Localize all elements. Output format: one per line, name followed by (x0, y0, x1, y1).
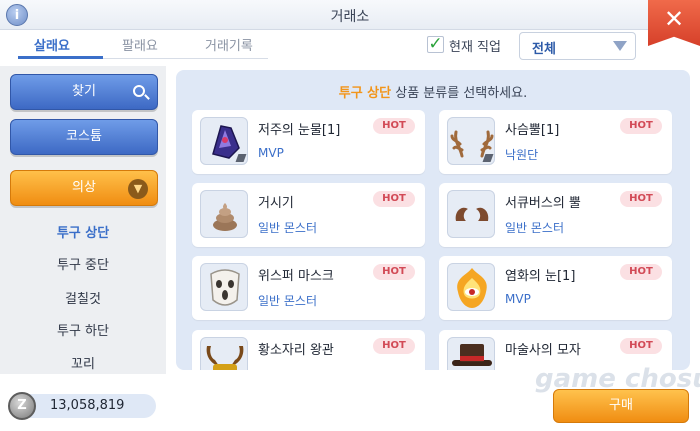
hot-badge: HOT (373, 264, 415, 280)
hot-badge: HOT (620, 118, 662, 134)
zeny-coin-icon: Z (8, 392, 36, 420)
sidebar-item-tail[interactable]: 꼬리 (0, 353, 166, 372)
search-icon (133, 85, 145, 97)
item-name: 염화의 눈[1] (505, 269, 576, 284)
clothing-button[interactable]: 의상 ▼ (10, 170, 158, 206)
hot-badge: HOT (373, 338, 415, 354)
chevron-down-icon: ▼ (128, 179, 148, 199)
item-name: 서큐버스의 뿔 (505, 196, 581, 211)
item-type: MVP (258, 146, 284, 160)
search-button[interactable]: 찾기 (10, 74, 158, 110)
item-type: MVP (505, 292, 531, 306)
item-type: 일반 몬스터 (505, 221, 565, 235)
item-name: 거시기 (258, 196, 294, 211)
job-dropdown[interactable]: 전체 (519, 32, 636, 60)
item-name: 마술사의 모자 (505, 343, 581, 358)
category-prompt: 투구 상단 상품 분류를 선택하세요. (176, 82, 690, 101)
whisper-mask-icon (200, 263, 248, 311)
item-card[interactable]: 저주의 눈물[1] MVP HOT (192, 110, 425, 174)
current-job-checkbox[interactable]: ✓ (427, 36, 444, 53)
item-type: 일반 몬스터 (258, 221, 318, 235)
item-card[interactable]: 황소자리 왕관 HOT (192, 330, 425, 370)
hot-badge: HOT (620, 191, 662, 207)
prompt-category: 투구 상단 (338, 86, 392, 101)
tab-buy[interactable]: 살래요 (34, 35, 70, 54)
dropdown-value: 전체 (532, 42, 556, 57)
tab-sell[interactable]: 팔래요 (122, 35, 158, 54)
buy-button[interactable]: 구매 (553, 389, 689, 423)
hot-badge: HOT (620, 264, 662, 280)
costume-button[interactable]: 코스튬 (10, 119, 158, 155)
item-card[interactable]: 서큐버스의 뿔 일반 몬스터 HOT (439, 183, 672, 247)
item-grid-panel: 투구 상단 상품 분류를 선택하세요. 저주의 눈물[1] MVP HOT 사슴… (176, 70, 690, 370)
close-x-icon: ✕ (663, 5, 685, 33)
taurus-crown-icon (200, 337, 248, 370)
chevron-down-icon (613, 41, 627, 51)
close-button[interactable]: ✕ (648, 0, 700, 46)
sidebar-item-middle-headgear[interactable]: 투구 중단 (0, 254, 166, 273)
hot-badge: HOT (373, 118, 415, 134)
item-name: 위스퍼 마스크 (258, 269, 334, 284)
flame-eye-icon (447, 263, 495, 311)
prompt-text: 상품 분류를 선택하세요. (391, 86, 528, 101)
sidebar-item-lower-headgear[interactable]: 투구 하단 (0, 320, 166, 339)
current-job-label: 현재 직업 (449, 40, 501, 55)
costume-button-label: 코스튬 (66, 129, 102, 144)
cursed-tear-icon (200, 117, 248, 165)
succubus-horn-icon (447, 190, 495, 238)
tab-history[interactable]: 거래기록 (205, 35, 253, 54)
item-card[interactable]: 염화의 눈[1] MVP HOT (439, 256, 672, 320)
hot-badge: HOT (373, 191, 415, 207)
category-sidebar: 찾기 코스튬 의상 ▼ 투구 상단 투구 중단 걸칠것 투구 하단 꼬리 (0, 66, 166, 374)
magician-hat-icon (447, 337, 495, 370)
search-button-label: 찾기 (72, 84, 96, 99)
deer-antler-icon (447, 117, 495, 165)
item-card[interactable]: 거시기 일반 몬스터 HOT (192, 183, 425, 247)
item-name: 저주의 눈물[1] (258, 123, 341, 138)
item-card[interactable]: 위스퍼 마스크 일반 몬스터 HOT (192, 256, 425, 320)
item-card[interactable]: 사슴뿔[1] 낙원단 HOT (439, 110, 672, 174)
sidebar-item-upper-headgear[interactable]: 투구 상단 (0, 222, 166, 241)
poop-icon (200, 190, 248, 238)
zeny-value: 13,058,819 (50, 398, 125, 413)
sidebar-item-garment[interactable]: 걸칠것 (0, 288, 166, 307)
active-tab-indicator (18, 56, 103, 59)
item-name: 황소자리 왕관 (258, 343, 334, 358)
title-bar: i 거래소 (0, 0, 700, 30)
clothing-button-label: 의상 (72, 180, 96, 195)
item-type: 낙원단 (505, 148, 539, 162)
item-name: 사슴뿔[1] (505, 123, 560, 138)
window-title: 거래소 (330, 9, 370, 25)
hot-badge: HOT (620, 338, 662, 354)
zeny-balance: Z 13,058,819 (8, 392, 156, 420)
item-type: 일반 몬스터 (258, 294, 318, 308)
